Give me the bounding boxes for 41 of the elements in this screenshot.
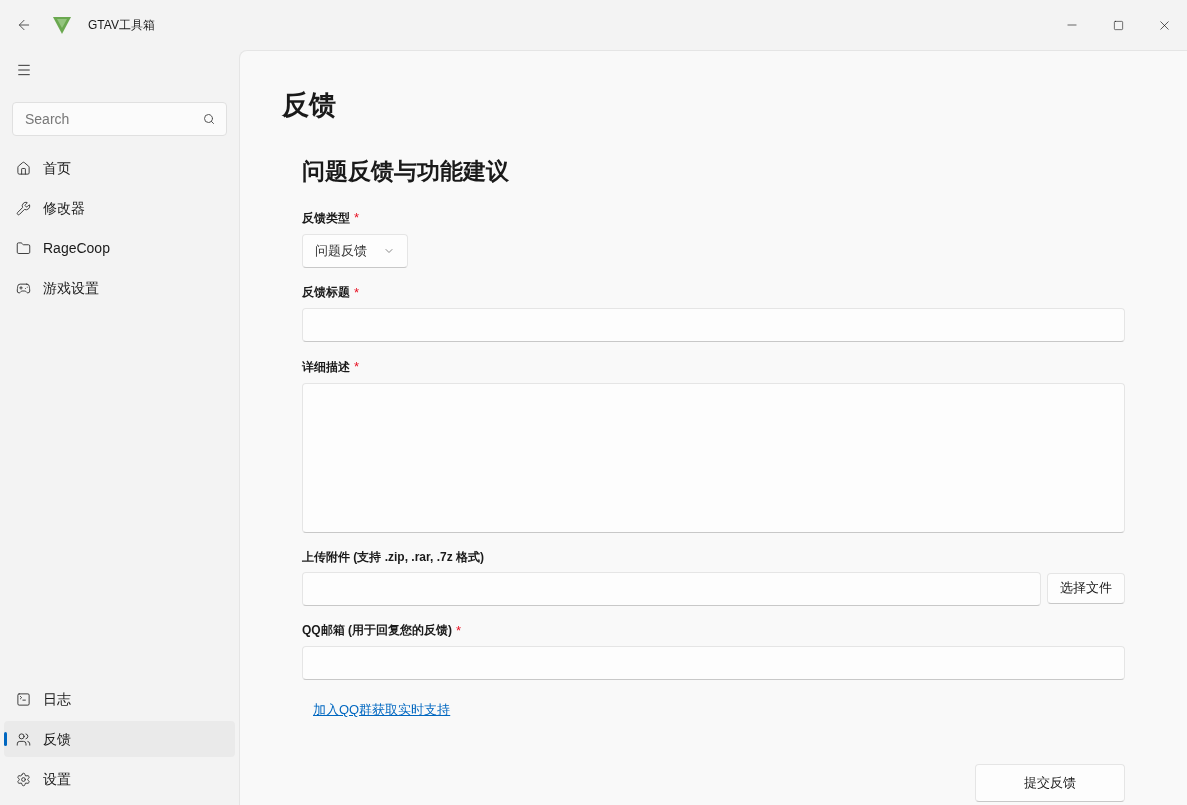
field-label: 反馈标题: [302, 284, 350, 302]
logo-icon: [52, 15, 72, 35]
search-field[interactable]: Search: [12, 102, 227, 136]
menu-icon[interactable]: [16, 62, 32, 78]
field-label: QQ邮箱 (用于回复您的反馈): [302, 622, 452, 640]
nav-item[interactable]: 设置: [4, 761, 235, 797]
folder-icon: [16, 240, 31, 256]
settings-icon: [16, 771, 31, 787]
section-heading: 问题反馈与功能建议: [302, 156, 509, 186]
input-field[interactable]: [302, 308, 1125, 342]
people-icon: [16, 731, 31, 747]
terminal-icon: [16, 691, 31, 707]
maximize-icon: [1112, 19, 1124, 31]
description-field[interactable]: [302, 382, 1125, 533]
nav-item[interactable]: 首页: [4, 150, 235, 186]
nav-item[interactable]: 日志: [4, 681, 235, 717]
required-asterisk: *: [456, 621, 462, 640]
required-asterisk: *: [354, 209, 360, 227]
home-icon: [16, 160, 31, 176]
gamepad-icon: [16, 280, 31, 296]
required-asterisk: *: [354, 283, 360, 302]
submit-button[interactable]: 提交反馈: [975, 763, 1125, 802]
nav-item[interactable]: RageCoop: [4, 230, 235, 266]
type-dropdown[interactable]: 问题反馈: [302, 233, 408, 268]
nav-item[interactable]: 反馈: [4, 721, 235, 757]
back-icon[interactable]: [16, 17, 32, 33]
selection-indicator: [4, 732, 7, 746]
search-icon: [203, 113, 215, 125]
window-title: GTAV工具箱: [88, 17, 155, 34]
page-title: 反馈: [282, 89, 336, 122]
choose-file-button[interactable]: 选择文件: [1047, 572, 1125, 604]
input-field[interactable]: [302, 646, 1125, 680]
field-label: 反馈类型: [302, 209, 350, 227]
nav-item[interactable]: 修改器: [4, 190, 235, 226]
wrench-icon: [16, 200, 31, 216]
required-asterisk: *: [354, 358, 360, 376]
field-label: 详细描述: [302, 358, 350, 376]
file-path-field[interactable]: [302, 571, 1041, 606]
nav-item[interactable]: 游戏设置: [4, 270, 235, 306]
field-label: 上传附件 (支持 .zip, .rar, .7z 格式): [302, 548, 485, 566]
qq-group-link[interactable]: 加入QQ群获取实时支持: [313, 700, 451, 720]
